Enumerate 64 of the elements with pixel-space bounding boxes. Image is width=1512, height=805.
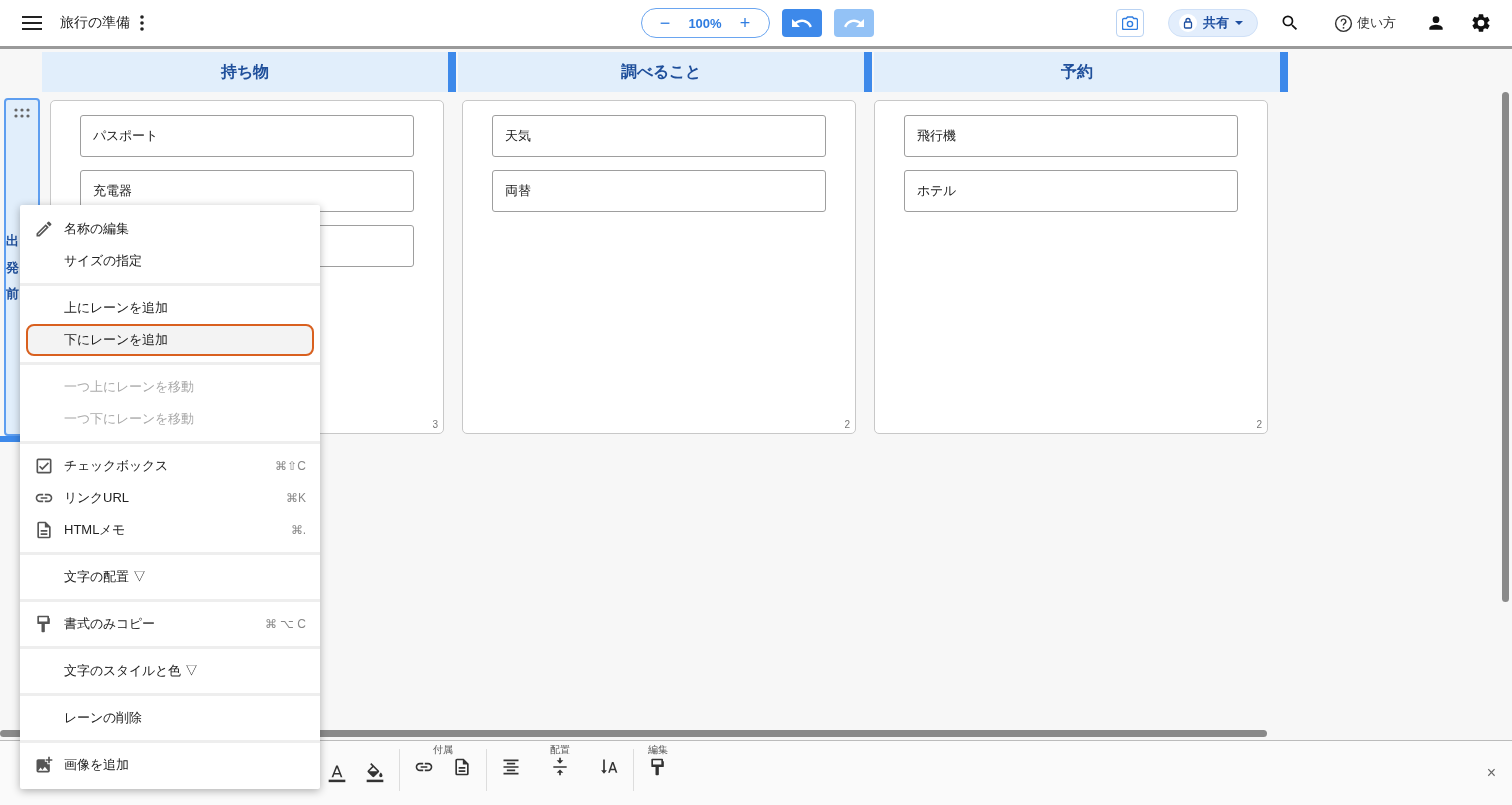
item-count: 2	[844, 419, 850, 430]
fill-color-icon	[365, 763, 385, 783]
menu-item[interactable]: 下にレーンを追加	[26, 324, 314, 356]
help-button[interactable]: 使い方	[1328, 12, 1402, 34]
note-card[interactable]: パスポート	[80, 115, 414, 157]
menu-item[interactable]: 書式のみコピー ⌘ ⌥ C	[20, 608, 320, 640]
menu-item[interactable]: 画像を追加	[20, 749, 320, 781]
caret-icon	[1235, 20, 1243, 26]
toolbar-button[interactable]	[452, 757, 472, 777]
menu-item[interactable]: 上にレーンを追加	[20, 292, 320, 324]
note-card[interactable]: 飛行機	[904, 115, 1238, 157]
menu-item[interactable]: レーンの削除	[20, 702, 320, 734]
group-label: 編集	[648, 743, 668, 757]
camera-icon	[1122, 16, 1138, 30]
zoom-level: 100%	[688, 15, 722, 31]
menu-item[interactable]: 名称の編集	[20, 213, 320, 245]
toolbar-button[interactable]	[550, 757, 570, 777]
zoom-in-button[interactable]: +	[739, 12, 751, 34]
note-card[interactable]: 充電器	[80, 170, 414, 212]
zoom-out-button[interactable]: −	[659, 12, 671, 34]
column-title: 調べること	[621, 61, 701, 82]
search-icon[interactable]	[1280, 13, 1300, 33]
note-card[interactable]: 両替	[492, 170, 826, 212]
pencil-icon	[34, 219, 54, 239]
settings-icon[interactable]	[1470, 12, 1492, 34]
menu-icon[interactable]	[22, 16, 42, 30]
column-title: 予約	[1061, 61, 1093, 82]
vertical-align-icon	[550, 757, 570, 777]
note-card[interactable]: 天気	[492, 115, 826, 157]
toolbar-button[interactable]	[501, 757, 521, 777]
menu-item[interactable]: チェックボックス ⌘⇧C	[20, 450, 320, 482]
toolbar-button[interactable]	[365, 763, 385, 783]
undo-button[interactable]	[781, 9, 822, 37]
column-title: 持ち物	[221, 61, 269, 82]
align-center-icon	[501, 757, 521, 777]
group-label: 配置	[550, 743, 570, 757]
close-button[interactable]: ×	[1480, 763, 1502, 783]
document-icon	[452, 757, 472, 777]
menu-item[interactable]: 文字の配置 ▽	[20, 561, 320, 593]
toolbar-button[interactable]	[327, 763, 347, 783]
redo-icon	[843, 16, 864, 30]
account-icon[interactable]	[1426, 13, 1446, 33]
help-icon	[1334, 13, 1353, 33]
menu-item[interactable]: 文字のスタイルと色 ▽	[20, 655, 320, 687]
lock-icon	[1179, 14, 1197, 32]
menu-item[interactable]: HTMLメモ ⌘.	[20, 514, 320, 546]
note-card[interactable]: ホテル	[904, 170, 1238, 212]
item-count: 3	[432, 419, 438, 430]
undo-icon	[791, 16, 812, 30]
menu-item[interactable]: リンクURL ⌘K	[20, 482, 320, 514]
text-color-icon	[327, 763, 347, 783]
camera-button[interactable]	[1116, 9, 1144, 37]
more-options-icon[interactable]	[140, 15, 144, 31]
checkbox-icon	[34, 456, 54, 476]
add-image-icon	[34, 755, 54, 775]
document-icon	[34, 520, 54, 540]
document-title: 旅行の準備	[60, 14, 130, 32]
drag-handle-icon[interactable]	[14, 108, 30, 118]
item-count: 2	[1256, 419, 1262, 430]
menu-item[interactable]: サイズの指定	[20, 245, 320, 277]
group-label: 付属	[433, 743, 453, 757]
share-button[interactable]: 共有	[1168, 9, 1258, 37]
scrollbar-thumb[interactable]	[1502, 92, 1509, 602]
lane-title: 出発前	[6, 232, 19, 304]
